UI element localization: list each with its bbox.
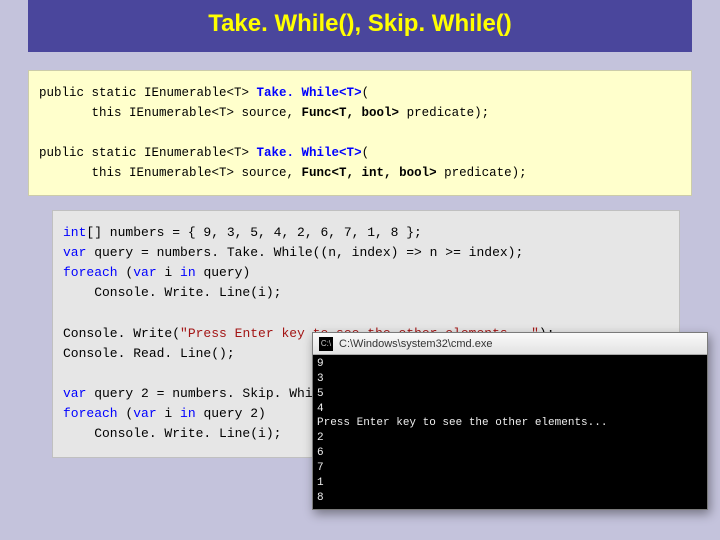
sig-indent: this IEnumerable<T> source, [39, 106, 302, 120]
sig-text: public static IEnumerable<T> [39, 146, 257, 160]
kw-var: var [63, 245, 86, 260]
cmd-output: 9 3 5 4 Press Enter key to see the other… [313, 355, 707, 509]
cmd-window: C:\ C:\Windows\system32\cmd.exe 9 3 5 4 … [312, 332, 708, 510]
cmd-icon: C:\ [319, 337, 333, 351]
sig-text: public static IEnumerable<T> [39, 86, 257, 100]
sig-text: predicate); [437, 166, 527, 180]
code-text: Console. Write( [63, 326, 180, 341]
kw-var: var [133, 265, 156, 280]
kw-var: var [63, 386, 86, 401]
kw-int: int [63, 225, 86, 240]
code-text: query) [196, 265, 251, 280]
code-text: query 2) [196, 406, 266, 421]
slide-title: Take. While(), Skip. While() [28, 0, 692, 52]
kw-in: in [180, 265, 196, 280]
sig-func: Func<T, int, bool> [302, 166, 437, 180]
kw-foreach: foreach [63, 265, 118, 280]
code-text: i [157, 265, 180, 280]
sig-text: ( [362, 146, 370, 160]
code-text: i [157, 406, 180, 421]
code-text: ( [118, 406, 134, 421]
code-text: ( [118, 265, 134, 280]
signature-box: public static IEnumerable<T> Take. While… [28, 70, 692, 196]
sig-indent: this IEnumerable<T> source, [39, 166, 302, 180]
kw-foreach: foreach [63, 406, 118, 421]
code-text: Console. Write. Line(i); [63, 426, 281, 441]
cmd-title-bar: C:\ C:\Windows\system32\cmd.exe [313, 333, 707, 355]
kw-in: in [180, 406, 196, 421]
code-text: query = numbers. Take. While((n, index) … [86, 245, 523, 260]
sig-method: Take. While<T> [257, 146, 362, 160]
sig-func: Func<T, bool> [302, 106, 400, 120]
code-text: [] numbers = { 9, 3, 5, 4, 2, 6, 7, 1, 8… [86, 225, 421, 240]
sig-text: ( [362, 86, 370, 100]
code-text: Console. Read. Line(); [63, 346, 235, 361]
sig-method: Take. While<T> [257, 86, 362, 100]
code-text: Console. Write. Line(i); [63, 285, 281, 300]
kw-var: var [133, 406, 156, 421]
cmd-title-text: C:\Windows\system32\cmd.exe [339, 338, 492, 350]
sig-text: predicate); [399, 106, 489, 120]
